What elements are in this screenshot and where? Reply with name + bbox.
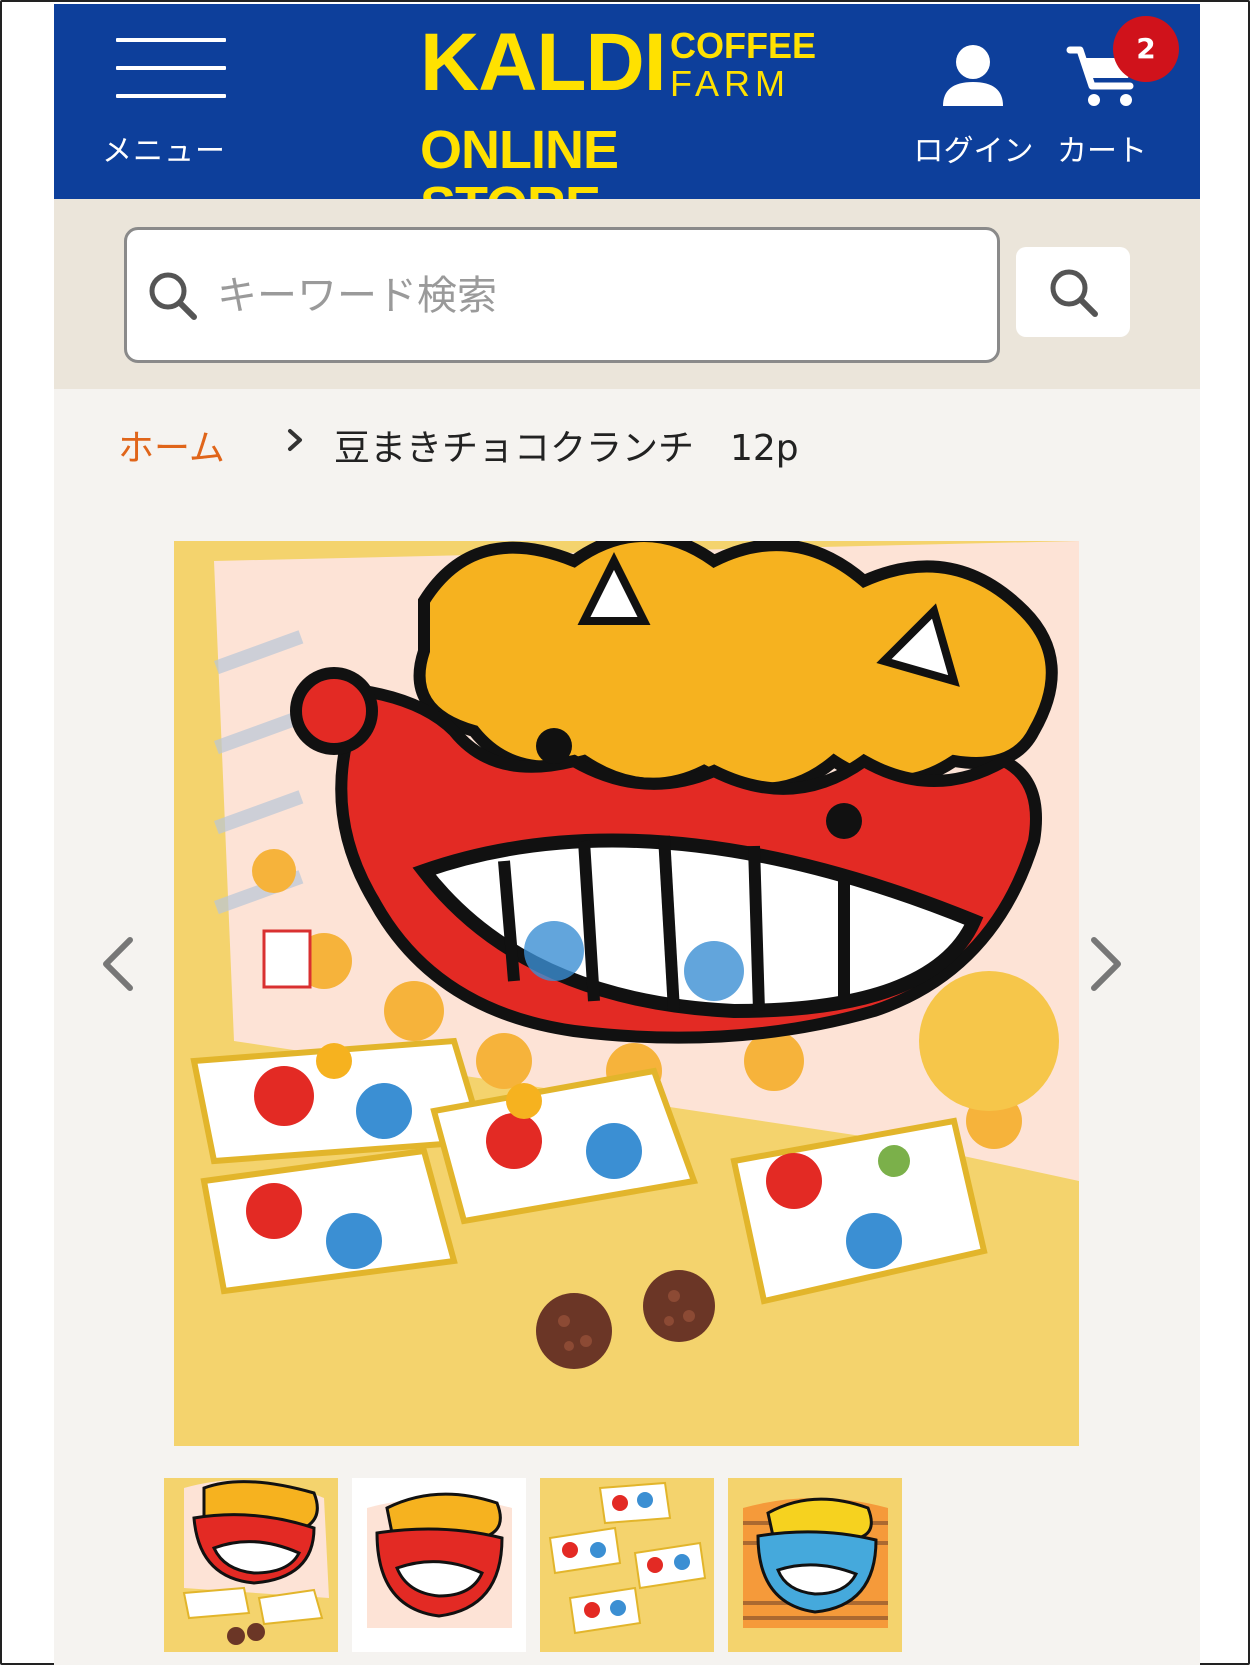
search-icon [1050, 269, 1098, 317]
oni-candy-illustration [174, 541, 1079, 1446]
breadcrumb-home-link[interactable]: ホーム [118, 419, 225, 471]
page: メニュー KALDI COFFEE FARM ONLINE STORE ログイン… [54, 4, 1200, 1665]
cart-count-badge: 2 [1113, 16, 1179, 82]
chevron-right-icon [288, 429, 302, 451]
kaldi-logo[interactable]: KALDI COFFEE FARM ONLINE STORE [420, 17, 816, 235]
search-field[interactable] [124, 227, 1000, 363]
user-icon [943, 45, 1003, 106]
chevron-left-icon [103, 937, 133, 991]
thumbnail-image [352, 1478, 526, 1652]
search-icon [149, 272, 197, 320]
thumbnail-4[interactable] [728, 1478, 902, 1652]
thumbnail-2[interactable] [352, 1478, 526, 1652]
search-input[interactable] [217, 260, 977, 332]
thumbnail-image [540, 1478, 714, 1652]
menu-button[interactable]: メニュー [94, 34, 234, 169]
search-bar [54, 199, 1200, 389]
logo-kaldi: KALDI [420, 17, 667, 108]
search-submit-button[interactable] [1016, 247, 1130, 337]
thumbnail-image [164, 1478, 338, 1652]
next-image-button[interactable] [1082, 924, 1128, 1004]
cart-label: カート [1057, 134, 1147, 169]
menu-label: メニュー [102, 134, 226, 169]
thumbnail-1[interactable] [164, 1478, 338, 1652]
previous-image-button[interactable] [94, 924, 140, 1004]
breadcrumb: ホーム 豆まきチョコクランチ 12p [54, 389, 1200, 499]
thumbnail-image [728, 1478, 902, 1652]
login-label: ログイン [913, 134, 1034, 169]
thumbnail-3[interactable] [540, 1478, 714, 1652]
product-main-image[interactable] [174, 541, 1079, 1446]
logo-coffee: COFFEE [670, 25, 817, 66]
chevron-right-icon [1091, 937, 1121, 991]
login-button[interactable]: ログイン [906, 44, 1041, 174]
breadcrumb-current: 豆まきチョコクランチ 12p [334, 428, 799, 469]
thumbnail-strip [164, 1478, 924, 1652]
site-header: メニュー KALDI COFFEE FARM ONLINE STORE ログイン… [54, 4, 1200, 235]
logo-farm: FARM [670, 63, 791, 104]
device-frame: メニュー KALDI COFFEE FARM ONLINE STORE ログイン… [0, 0, 1250, 1665]
